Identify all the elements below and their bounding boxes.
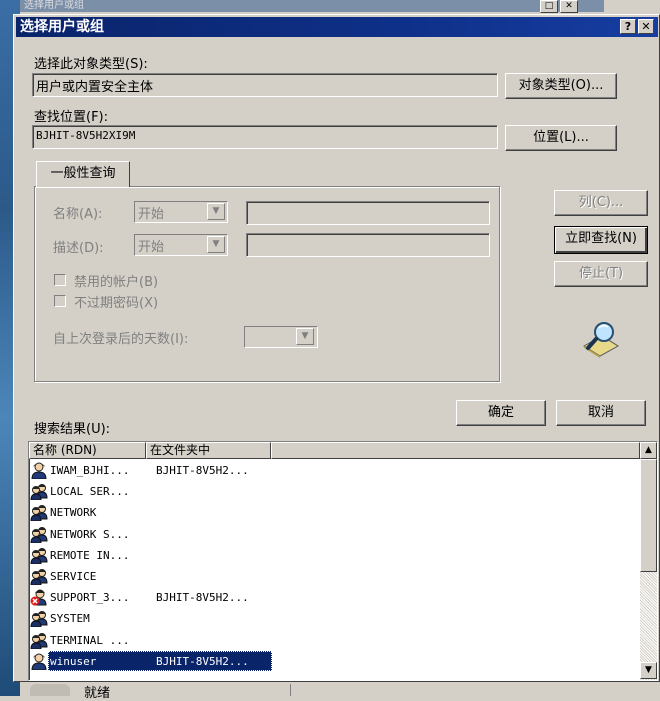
scroll-down-button[interactable]: ▼ (640, 662, 657, 679)
object-types-button[interactable]: 对象类型(O)... (505, 73, 617, 99)
row-name: REMOTE IN... (50, 548, 130, 562)
disabled-user-icon (30, 589, 47, 606)
list-item[interactable]: TERMINAL ... (30, 630, 642, 651)
row-name: SERVICE (50, 570, 97, 583)
chevron-down-icon[interactable]: ▼ (296, 328, 314, 345)
row-folder: BJHIT-8V5H2... (156, 464, 249, 477)
object-type-field: 用户或内置安全主体 (32, 73, 498, 97)
disabled-accounts-label: 禁用的帐户(B) (74, 275, 159, 290)
name-label: 名称(A): (53, 207, 103, 222)
chevron-down-icon[interactable]: ▼ (207, 236, 225, 253)
description-condition-value: 开始 (138, 240, 165, 255)
list-item[interactable]: winuser BJHIT-8V5H2... (30, 651, 642, 672)
location-field: BJHIT-8V5H2XI9M (32, 125, 498, 149)
list-item[interactable]: REMOTE IN... (30, 545, 642, 566)
description-label: 描述(D): (53, 241, 104, 256)
object-type-label: 选择此对象类型(S): (34, 57, 148, 72)
row-name: SUPPORT_3... (50, 591, 130, 605)
list-item[interactable]: IWAM_BJHI... BJHIT-8V5H2... (30, 460, 642, 481)
row-name: IWAM_BJHI... (50, 464, 130, 477)
status-text: 就绪 (84, 686, 111, 701)
user-icon (31, 462, 47, 479)
row-name: NETWORK S... (50, 527, 130, 541)
row-name: NETWORK (50, 506, 97, 520)
tab-common-queries[interactable]: 一般性查询 (36, 161, 130, 187)
scroll-up-button[interactable]: ▲ (640, 442, 657, 459)
dialog-title: 选择用户或组 (20, 19, 104, 35)
row-name: LOCAL SER... (50, 485, 130, 499)
group-icon (30, 547, 48, 564)
cancel-button[interactable]: 取消 (556, 400, 646, 426)
dialog-titlebar[interactable] (16, 17, 658, 37)
list-item[interactable]: SERVICE (30, 566, 642, 587)
status-icon (30, 684, 70, 696)
row-folder: BJHIT-8V5H2... (156, 654, 249, 668)
disabled-accounts-checkbox[interactable] (54, 274, 66, 286)
group-icon (30, 611, 48, 628)
row-folder: BJHIT-8V5H2... (156, 591, 249, 605)
name-input[interactable] (246, 201, 490, 225)
name-condition-value: 开始 (138, 207, 165, 222)
column-header-filler (271, 442, 640, 459)
close-button[interactable]: ✕ (638, 19, 654, 34)
chevron-down-icon[interactable]: ▼ (207, 203, 225, 220)
status-pane (290, 684, 660, 696)
bg-close-button[interactable]: ✕ (560, 0, 578, 13)
bg-maximize-button[interactable]: □ (540, 0, 558, 13)
search-magnifier-icon (583, 322, 619, 358)
background-window-titlebar: 选择用户或组 (20, 0, 604, 12)
row-name: SYSTEM (50, 612, 90, 626)
list-item[interactable]: NETWORK (30, 502, 642, 523)
columns-button[interactable]: 列(C)... (554, 190, 648, 216)
list-item[interactable]: SYSTEM (30, 608, 642, 629)
group-icon (30, 505, 48, 522)
find-now-button[interactable]: 立即查找(N) (554, 226, 648, 254)
user-icon (31, 653, 47, 670)
nonexpiring-password-checkbox[interactable] (54, 295, 66, 307)
nonexpiring-password-label: 不过期密码(X) (74, 296, 159, 311)
group-icon (30, 526, 48, 543)
search-results-label: 搜索结果(U): (34, 422, 111, 437)
list-item[interactable]: SUPPORT_3... BJHIT-8V5H2... (30, 587, 642, 608)
column-header-name[interactable]: 名称 (RDN) (29, 442, 146, 459)
list-item[interactable]: NETWORK S... (30, 524, 642, 545)
list-item[interactable]: LOCAL SER... (30, 481, 642, 502)
group-icon (30, 632, 48, 649)
scroll-thumb[interactable] (640, 459, 657, 572)
background-window-title: 选择用户或组 (24, 0, 84, 11)
group-icon (30, 569, 48, 585)
column-header-folder[interactable]: 在文件夹中 (146, 442, 271, 459)
ok-button[interactable]: 确定 (456, 400, 546, 426)
description-input[interactable] (246, 233, 490, 257)
stop-button[interactable]: 停止(T) (554, 261, 648, 287)
days-since-logon-label: 自上次登录后的天数(I): (53, 332, 189, 347)
row-name: winuser (50, 654, 97, 668)
group-icon (30, 484, 48, 501)
help-button[interactable]: ? (620, 19, 636, 34)
row-name: TERMINAL ... (50, 633, 130, 647)
location-label: 查找位置(F): (34, 110, 109, 125)
locations-button[interactable]: 位置(L)... (505, 125, 617, 151)
